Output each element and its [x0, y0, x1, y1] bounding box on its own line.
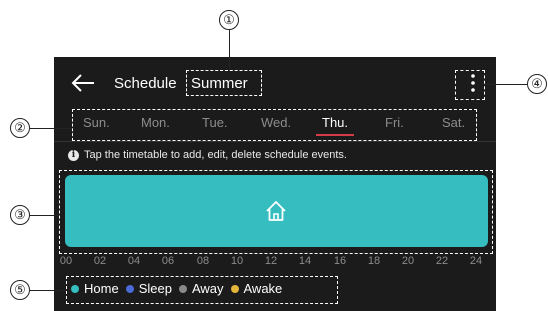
- arrow-left-icon[interactable]: [70, 72, 96, 94]
- callout-1-leader: [229, 30, 230, 70]
- callout-3: ③: [10, 205, 30, 225]
- hour-label: 12: [264, 255, 278, 267]
- schedule-name-highlight: [186, 70, 262, 96]
- menu-highlight: [455, 70, 485, 100]
- callout-3-leader: [30, 215, 59, 216]
- hour-label: 08: [196, 255, 210, 267]
- divider: [54, 141, 496, 142]
- info-hint: i Tap the timetable to add, edit, delete…: [68, 149, 347, 161]
- legend-highlight: [66, 276, 338, 304]
- hour-label: 04: [127, 255, 141, 267]
- page-title: Schedule: [114, 75, 177, 92]
- header: Schedule Summer: [54, 57, 496, 107]
- day-tabs-highlight: [72, 109, 477, 141]
- hour-label: 06: [161, 255, 175, 267]
- callout-2: ②: [10, 118, 30, 138]
- callout-2-leader: [30, 128, 72, 129]
- hour-label: 14: [298, 255, 312, 267]
- hour-label: 22: [435, 255, 449, 267]
- info-text: Tap the timetable to add, edit, delete s…: [84, 149, 347, 161]
- callout-4-leader: [485, 84, 527, 85]
- timetable-highlight: [59, 170, 493, 254]
- hour-label: 02: [93, 255, 107, 267]
- callout-4: ④: [527, 74, 547, 94]
- hour-label: 16: [333, 255, 347, 267]
- hour-label: 10: [230, 255, 244, 267]
- hour-label: 24: [469, 255, 483, 267]
- callout-5-leader: [30, 290, 66, 291]
- hour-label: 00: [59, 255, 73, 267]
- info-icon: i: [68, 149, 79, 161]
- hour-label: 18: [367, 255, 381, 267]
- hour-axis: 00 02 04 06 08 10 12 14 16 18 20 22 24: [59, 255, 490, 269]
- callout-1: ①: [219, 10, 239, 30]
- hour-label: 20: [401, 255, 415, 267]
- callout-5: ⑤: [10, 280, 30, 300]
